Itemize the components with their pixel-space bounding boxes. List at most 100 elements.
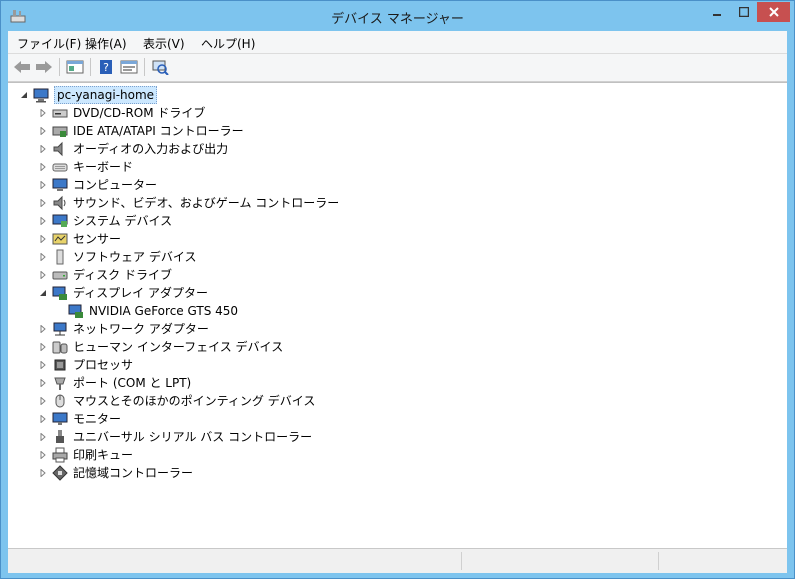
- storage-controller-icon: [52, 465, 68, 481]
- title-bar[interactable]: デバイス マネージャー: [1, 1, 794, 31]
- tree-category-item[interactable]: ポート (COM と LPT): [38, 374, 191, 392]
- expand-arrow-icon[interactable]: [38, 180, 48, 190]
- display-adapter-icon: [52, 285, 68, 301]
- expand-arrow-icon[interactable]: [38, 108, 48, 118]
- device-tree[interactable]: pc-yanagi-home DVD/CD-ROM ドライブ IDE ATA/AT…: [8, 82, 787, 548]
- tree-item-label: 記憶域コントローラー: [73, 466, 194, 480]
- sound-icon: [52, 195, 68, 211]
- toolbar-separator: [90, 58, 91, 76]
- toolbar-separator: [144, 58, 145, 76]
- tree-category-item[interactable]: ディスク ドライブ: [38, 266, 172, 284]
- expand-arrow-icon[interactable]: [38, 162, 48, 172]
- tree-category-item[interactable]: ディスプレイ アダプター: [38, 284, 208, 302]
- dvd-drive-icon: [52, 105, 68, 121]
- expand-arrow-icon[interactable]: [38, 378, 48, 388]
- expand-arrow-icon[interactable]: [38, 414, 48, 424]
- mouse-icon: [52, 393, 68, 409]
- tree-root[interactable]: pc-yanagi-home: [19, 86, 158, 104]
- close-button[interactable]: [757, 2, 790, 22]
- forward-arrow-icon[interactable]: [34, 58, 54, 76]
- root-computer-label: pc-yanagi-home: [54, 86, 158, 104]
- tree-category-item[interactable]: ヒューマン インターフェイス デバイス: [38, 338, 283, 356]
- status-bar: [8, 548, 787, 573]
- collapse-arrow-icon[interactable]: [19, 90, 29, 100]
- tree-category-item[interactable]: サウンド、ビデオ、およびゲーム コントローラー: [38, 194, 339, 212]
- tree-item-label: ディスプレイ アダプター: [73, 286, 208, 300]
- svg-text:?: ?: [103, 61, 109, 74]
- expand-arrow-icon[interactable]: [38, 198, 48, 208]
- expand-arrow-icon[interactable]: [38, 144, 48, 154]
- tree-category-item[interactable]: ソフトウェア デバイス: [38, 248, 196, 266]
- tree-category-item[interactable]: ネットワーク アダプター: [38, 320, 209, 338]
- maximize-button[interactable]: [730, 2, 757, 22]
- port-icon: [52, 375, 68, 391]
- expand-arrow-icon[interactable]: [38, 342, 48, 352]
- tree-category-item[interactable]: IDE ATA/ATAPI コントローラー: [38, 122, 244, 140]
- printer-icon: [52, 447, 68, 463]
- scan-hardware-icon[interactable]: [150, 58, 170, 76]
- menu-file[interactable]: ファイル(F): [17, 35, 81, 52]
- tree-category-item[interactable]: ユニバーサル シリアル バス コントローラー: [38, 428, 312, 446]
- expand-arrow-icon[interactable]: [38, 324, 48, 334]
- tree-item-label: システム デバイス: [73, 214, 173, 228]
- toolbar: ?: [8, 54, 787, 82]
- expand-arrow-icon[interactable]: [38, 270, 48, 280]
- usb-icon: [52, 429, 68, 445]
- tree-item-label: ネットワーク アダプター: [73, 322, 209, 336]
- properties-icon[interactable]: [119, 58, 139, 76]
- menu-action[interactable]: 操作(A): [85, 35, 127, 52]
- menu-bar: ファイル(F) 操作(A) 表示(V) ヘルプ(H): [8, 31, 787, 54]
- tree-item-label: ユニバーサル シリアル バス コントローラー: [73, 430, 313, 444]
- menu-help[interactable]: ヘルプ(H): [201, 35, 255, 52]
- help-icon[interactable]: ?: [96, 58, 116, 76]
- expand-arrow-icon[interactable]: [38, 234, 48, 244]
- tree-item-label: ヒューマン インターフェイス デバイス: [73, 340, 284, 354]
- expand-arrow-icon[interactable]: [38, 216, 48, 226]
- status-pane: [658, 552, 787, 570]
- tree-item-label: 印刷キュー: [73, 448, 134, 462]
- tree-item-label: ソフトウェア デバイス: [73, 250, 197, 264]
- expand-arrow-icon[interactable]: [38, 126, 48, 136]
- toolbar-separator: [59, 58, 60, 76]
- collapse-arrow-icon[interactable]: [38, 288, 48, 298]
- tree-item-label: オーディオの入力および出力: [73, 142, 229, 156]
- tree-category-item[interactable]: システム デバイス: [38, 212, 172, 230]
- tree-item-label: プロセッサ: [73, 358, 134, 372]
- ide-controller-icon: [52, 123, 68, 139]
- speaker-icon: [52, 141, 68, 157]
- tree-item-label: サウンド、ビデオ、およびゲーム コントローラー: [73, 196, 340, 210]
- tree-device-item[interactable]: NVIDIA GeForce GTS 450: [68, 302, 238, 320]
- expand-arrow-icon[interactable]: [38, 432, 48, 442]
- client-area: ファイル(F) 操作(A) 表示(V) ヘルプ(H) ? pc-yanagi-h…: [8, 31, 787, 573]
- monitor-icon: [52, 411, 68, 427]
- minimize-button[interactable]: [703, 2, 730, 22]
- status-pane: [461, 552, 658, 570]
- tree-category-item[interactable]: 印刷キュー: [38, 446, 133, 464]
- expand-arrow-icon[interactable]: [38, 360, 48, 370]
- window-title: デバイス マネージャー: [331, 12, 464, 27]
- tree-item-label: ポート (COM と LPT): [73, 376, 192, 390]
- tree-category-item[interactable]: キーボード: [38, 158, 133, 176]
- tree-category-item[interactable]: 記憶域コントローラー: [38, 464, 193, 482]
- tree-item-label: コンピューター: [73, 178, 158, 192]
- show-hide-console-tree-icon[interactable]: [65, 58, 85, 76]
- software-device-icon: [52, 249, 68, 265]
- expand-arrow-icon[interactable]: [38, 468, 48, 478]
- tree-category-item[interactable]: モニター: [38, 410, 121, 428]
- tree-category-item[interactable]: コンピューター: [38, 176, 157, 194]
- tree-item-label: キーボード: [73, 160, 134, 174]
- back-arrow-icon[interactable]: [12, 58, 32, 76]
- tree-category-item[interactable]: DVD/CD-ROM ドライブ: [38, 104, 205, 122]
- network-adapter-icon: [52, 321, 68, 337]
- tree-category-item[interactable]: オーディオの入力および出力: [38, 140, 228, 158]
- expand-arrow-icon[interactable]: [38, 450, 48, 460]
- menu-view[interactable]: 表示(V): [143, 35, 185, 52]
- expand-arrow-icon[interactable]: [38, 252, 48, 262]
- keyboard-icon: [52, 159, 68, 175]
- tree-category-item[interactable]: センサー: [38, 230, 121, 248]
- tree-category-item[interactable]: マウスとそのほかのポインティング デバイス: [38, 392, 315, 410]
- expand-arrow-icon[interactable]: [38, 396, 48, 406]
- tree-item-label: DVD/CD-ROM ドライブ: [73, 106, 206, 120]
- tree-category-item[interactable]: プロセッサ: [38, 356, 133, 374]
- system-device-icon: [52, 213, 68, 229]
